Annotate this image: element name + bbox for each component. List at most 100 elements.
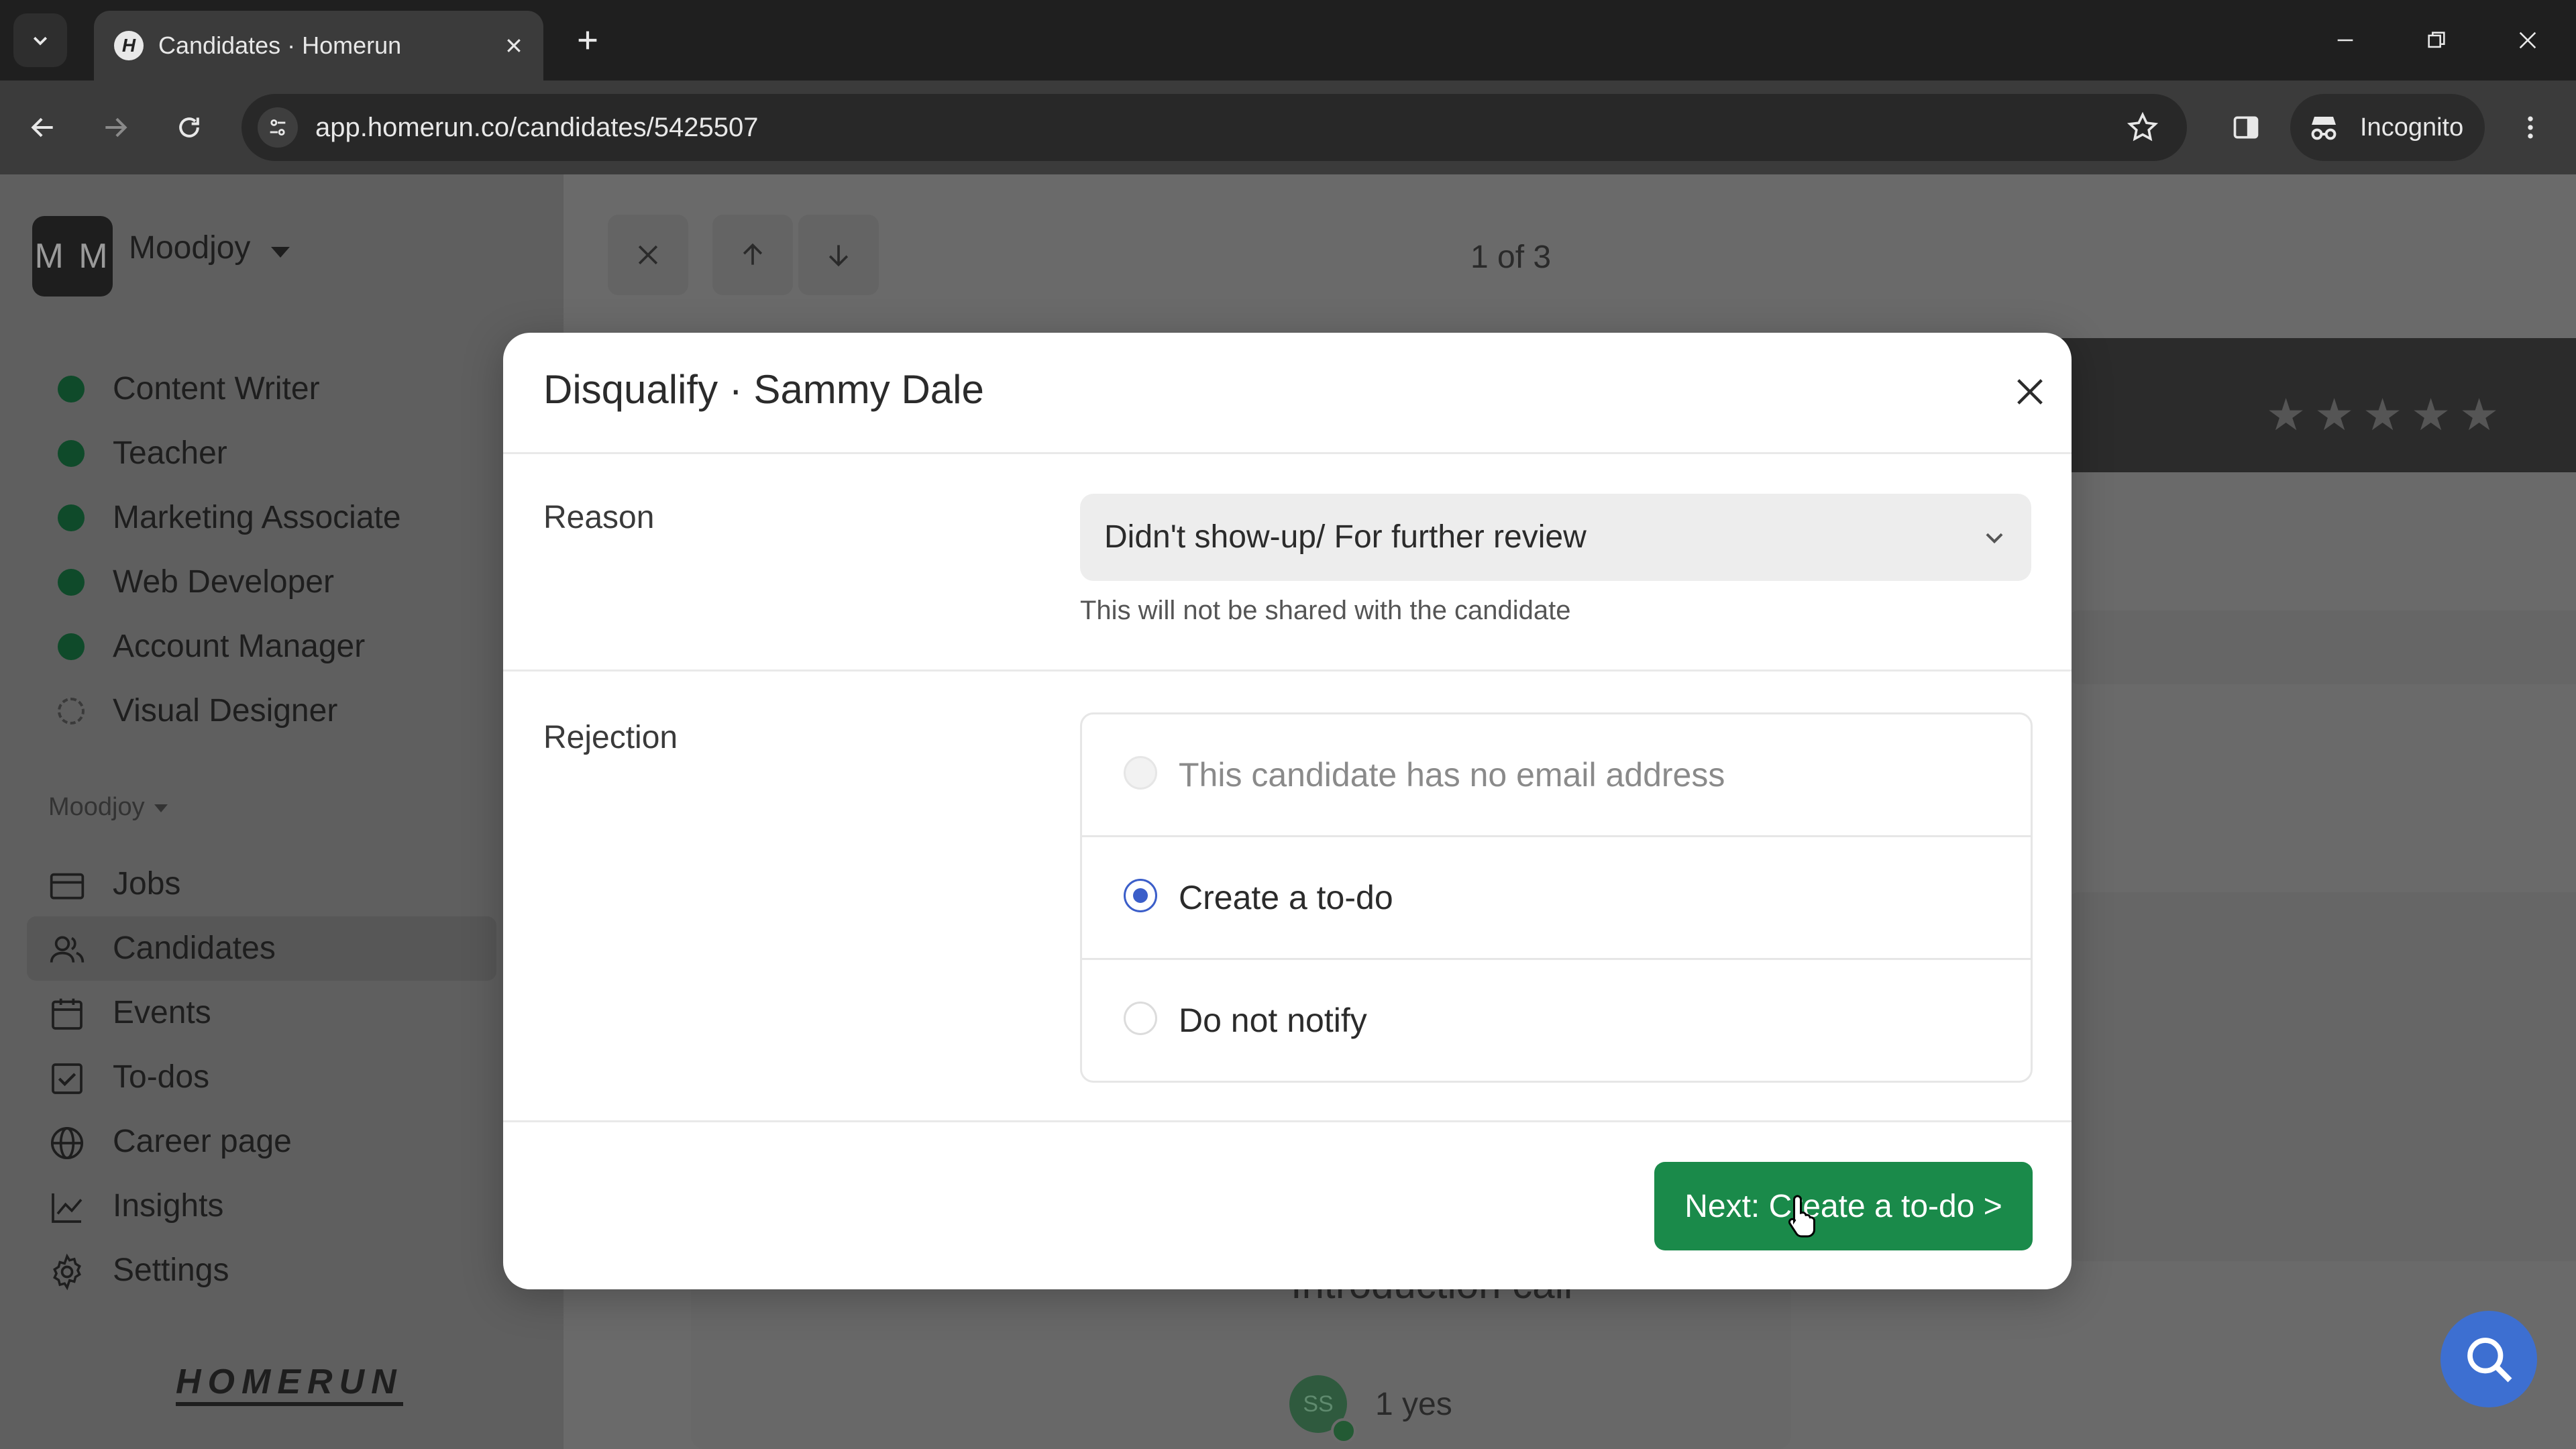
nav-label: Candidates bbox=[113, 930, 276, 966]
reason-select[interactable]: Didn't show-up/ For further review bbox=[1080, 494, 2031, 581]
radio-checked[interactable] bbox=[1124, 879, 1157, 912]
side-panel-icon bbox=[2233, 116, 2259, 139]
url-text: app.homerun.co/candidates/5425507 bbox=[315, 113, 759, 142]
radio-label[interactable]: Create a to-do bbox=[1179, 837, 1393, 958]
minimize-button[interactable] bbox=[2318, 15, 2372, 66]
previous-candidate-button[interactable] bbox=[712, 215, 793, 295]
status-dot-icon bbox=[58, 376, 85, 402]
reason-helper-text: This will not be shared with the candida… bbox=[1080, 596, 1571, 625]
job-label: Visual Designer bbox=[113, 693, 338, 729]
chevron-down-icon bbox=[33, 36, 48, 46]
reason-select-value: Didn't show-up/ For further review bbox=[1104, 519, 1587, 555]
next-candidate-button[interactable] bbox=[798, 215, 879, 295]
check-badge-icon bbox=[1331, 1418, 1356, 1444]
star-outline-icon bbox=[2127, 111, 2159, 142]
bookmark-button[interactable] bbox=[2125, 110, 2160, 145]
job-label: Marketing Associate bbox=[113, 500, 401, 535]
close-candidate-button[interactable] bbox=[608, 215, 688, 295]
arrow-left-icon bbox=[31, 117, 53, 138]
tab-title: Candidates · Homerun bbox=[158, 32, 402, 59]
sidebar-job-visual-designer[interactable]: Visual Designer bbox=[0, 679, 496, 743]
sidebar: M M Moodjoy Content Writer Teacher Marke… bbox=[0, 174, 564, 1449]
dialog-title: Disqualify · Sammy Dale bbox=[543, 367, 984, 412]
close-window-button[interactable] bbox=[2501, 15, 2555, 66]
sidebar-item-insights[interactable]: Insights bbox=[27, 1174, 496, 1238]
sidebar-job-marketing-associate[interactable]: Marketing Associate bbox=[0, 486, 496, 550]
plus-icon bbox=[578, 31, 597, 50]
restore-icon bbox=[2428, 32, 2445, 48]
sidebar-job-web-developer[interactable]: Web Developer bbox=[0, 550, 496, 614]
workspace-name[interactable]: Moodjoy bbox=[129, 229, 250, 266]
site-info-button[interactable] bbox=[258, 107, 298, 148]
browser-menu-button[interactable] bbox=[2509, 106, 2552, 149]
calendar-icon bbox=[52, 998, 83, 1030]
radio-disabled bbox=[1124, 756, 1157, 790]
radio-unchecked[interactable] bbox=[1124, 1002, 1157, 1035]
divider bbox=[503, 669, 2072, 672]
back-button[interactable] bbox=[21, 106, 64, 149]
homerun-logo: HOMERUN bbox=[176, 1362, 403, 1406]
minimize-icon bbox=[2337, 39, 2353, 42]
incognito-icon bbox=[2311, 117, 2337, 140]
address-bar[interactable]: app.homerun.co/candidates/5425507 bbox=[241, 94, 2187, 161]
job-label: Content Writer bbox=[113, 371, 320, 407]
radio-label: This candidate has no email address bbox=[1179, 756, 1725, 794]
rejection-option-do-not-notify[interactable]: Do not notify bbox=[1082, 958, 2031, 1081]
vote-summary: 1 yes bbox=[1375, 1387, 1452, 1422]
sidebar-item-settings[interactable]: Settings bbox=[27, 1238, 496, 1303]
sidebar-item-candidates[interactable]: Candidates bbox=[27, 916, 496, 981]
job-label: Teacher bbox=[113, 435, 227, 471]
rating-star-icon[interactable]: ★ bbox=[2266, 389, 2313, 439]
browser-tab[interactable]: H Candidates · Homerun bbox=[94, 11, 543, 80]
sidebar-job-teacher[interactable]: Teacher bbox=[0, 421, 496, 486]
background-card bbox=[2066, 610, 2576, 684]
sidebar-job-content-writer[interactable]: Content Writer bbox=[0, 357, 496, 421]
divider bbox=[503, 1120, 2072, 1122]
divider bbox=[503, 452, 2072, 454]
sidebar-job-account-manager[interactable]: Account Manager bbox=[0, 614, 496, 679]
arrow-right-icon bbox=[105, 117, 127, 138]
radio-label[interactable]: Do not notify bbox=[1179, 960, 1367, 1081]
nav-label: Events bbox=[113, 995, 211, 1030]
rejection-option-no-email: This candidate has no email address bbox=[1082, 714, 2031, 835]
status-dot-icon bbox=[58, 569, 85, 596]
nav-label: Settings bbox=[113, 1252, 229, 1288]
rating-star-icon[interactable]: ★ bbox=[2363, 389, 2410, 439]
status-dot-icon bbox=[58, 633, 85, 660]
status-dot-icon bbox=[58, 440, 85, 467]
nav-label: Jobs bbox=[113, 866, 181, 902]
close-icon bbox=[507, 39, 521, 52]
forward-button[interactable] bbox=[94, 106, 137, 149]
dialog-close-button[interactable] bbox=[2003, 365, 2057, 419]
new-tab-button[interactable] bbox=[568, 20, 608, 60]
sidebar-item-events[interactable]: Events bbox=[27, 981, 496, 1045]
side-panel-button[interactable] bbox=[2224, 106, 2267, 149]
sidebar-item-jobs[interactable]: Jobs bbox=[27, 852, 496, 916]
chevron-down-icon bbox=[1986, 533, 2003, 544]
restore-button[interactable] bbox=[2410, 15, 2463, 66]
reload-icon bbox=[179, 117, 199, 138]
sidebar-item-todos[interactable]: To-dos bbox=[27, 1045, 496, 1110]
incognito-badge[interactable]: Incognito bbox=[2290, 94, 2485, 161]
workspace-section-toggle[interactable]: Moodjoy bbox=[48, 793, 168, 822]
briefcase-icon bbox=[50, 873, 85, 900]
sidebar-item-career-page[interactable]: Career page bbox=[27, 1110, 496, 1174]
status-dot-icon bbox=[58, 504, 85, 531]
tab-close-button[interactable] bbox=[498, 30, 530, 62]
rejection-label: Rejection bbox=[543, 720, 678, 755]
rating-star-icon[interactable]: ★ bbox=[2459, 389, 2506, 439]
next-create-todo-button[interactable]: Next: Create a to-do > bbox=[1654, 1162, 2033, 1250]
gear-icon bbox=[53, 1253, 81, 1291]
tune-icon bbox=[270, 119, 286, 136]
rating-star-icon[interactable]: ★ bbox=[2411, 389, 2458, 439]
workspace-avatar[interactable]: M M bbox=[32, 216, 113, 297]
close-icon bbox=[2519, 32, 2536, 49]
tab-search-button[interactable] bbox=[13, 13, 67, 67]
pager-count: 1 of 3 bbox=[1470, 239, 1552, 275]
reload-button[interactable] bbox=[168, 106, 211, 149]
nav-label: Insights bbox=[113, 1188, 224, 1224]
rejection-option-create-todo[interactable]: Create a to-do bbox=[1082, 835, 2031, 958]
rating-star-icon[interactable]: ★ bbox=[2314, 389, 2361, 439]
close-icon bbox=[638, 245, 658, 265]
search-button[interactable] bbox=[2440, 1311, 2537, 1407]
